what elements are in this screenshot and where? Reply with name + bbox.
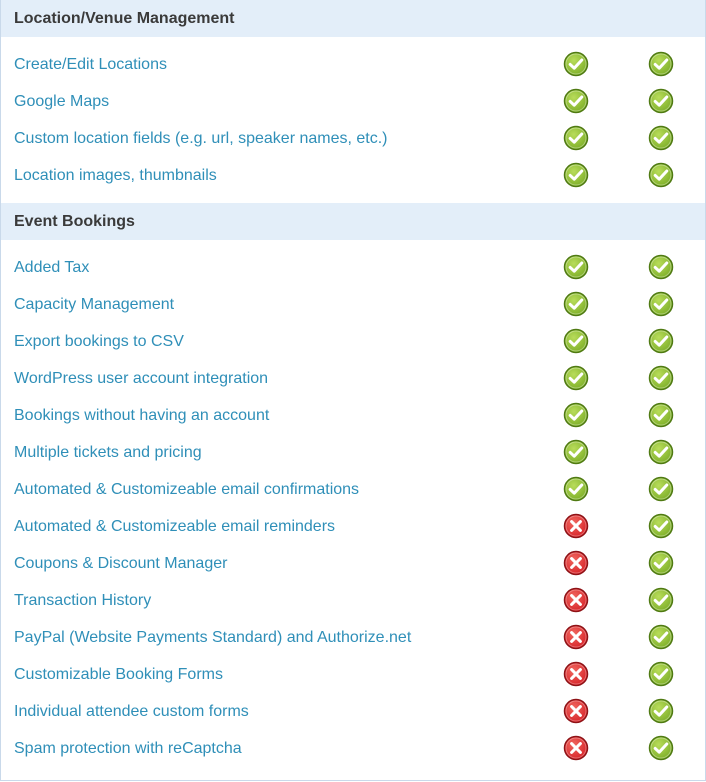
check-icon bbox=[563, 291, 589, 317]
feature-label[interactable]: Create/Edit Locations bbox=[1, 56, 167, 74]
feature-label[interactable]: Location images, thumbnails bbox=[1, 167, 217, 185]
check-icon bbox=[563, 162, 589, 188]
feature-label[interactable]: Custom location fields (e.g. url, speake… bbox=[1, 130, 388, 148]
cross-icon bbox=[563, 661, 589, 687]
check-icon bbox=[648, 51, 674, 77]
feature-row: WordPress user account integration bbox=[1, 360, 705, 397]
feature-row: Spam protection with reCaptcha bbox=[1, 730, 705, 767]
feature-label[interactable]: Customizable Booking Forms bbox=[1, 666, 223, 684]
feature-label[interactable]: Transaction History bbox=[1, 592, 151, 610]
check-icon bbox=[648, 698, 674, 724]
check-icon bbox=[563, 125, 589, 151]
check-icon bbox=[648, 291, 674, 317]
check-icon bbox=[648, 402, 674, 428]
feature-row: Capacity Management bbox=[1, 286, 705, 323]
check-icon bbox=[563, 51, 589, 77]
feature-row: Export bookings to CSV bbox=[1, 323, 705, 360]
check-icon bbox=[563, 402, 589, 428]
check-icon bbox=[648, 587, 674, 613]
check-icon bbox=[648, 88, 674, 114]
check-icon bbox=[648, 550, 674, 576]
check-icon bbox=[648, 735, 674, 761]
feature-row: Multiple tickets and pricing bbox=[1, 434, 705, 471]
feature-label[interactable]: Coupons & Discount Manager bbox=[1, 555, 227, 573]
check-icon bbox=[648, 162, 674, 188]
check-icon bbox=[563, 365, 589, 391]
section-header: Event Bookings bbox=[1, 203, 705, 240]
feature-row: PayPal (Website Payments Standard) and A… bbox=[1, 619, 705, 656]
section-rows: Create/Edit Locations Google Maps Custom… bbox=[1, 37, 705, 203]
cross-icon bbox=[563, 587, 589, 613]
feature-row: Location images, thumbnails bbox=[1, 157, 705, 194]
feature-label[interactable]: Export bookings to CSV bbox=[1, 333, 184, 351]
check-icon bbox=[648, 513, 674, 539]
feature-row: Individual attendee custom forms bbox=[1, 693, 705, 730]
section-location-venue-management: Location/Venue Management Create/Edit Lo… bbox=[1, 0, 705, 203]
feature-row: Added Tax bbox=[1, 249, 705, 286]
feature-label[interactable]: WordPress user account integration bbox=[1, 370, 268, 388]
check-icon bbox=[563, 328, 589, 354]
cross-icon bbox=[563, 698, 589, 724]
check-icon bbox=[563, 476, 589, 502]
check-icon bbox=[648, 328, 674, 354]
feature-label[interactable]: Added Tax bbox=[1, 259, 89, 277]
feature-row: Automated & Customizeable email reminder… bbox=[1, 508, 705, 545]
feature-label[interactable]: Multiple tickets and pricing bbox=[1, 444, 202, 462]
feature-row: Automated & Customizeable email confirma… bbox=[1, 471, 705, 508]
check-icon bbox=[648, 125, 674, 151]
feature-label[interactable]: PayPal (Website Payments Standard) and A… bbox=[1, 629, 411, 647]
cross-icon bbox=[563, 513, 589, 539]
feature-label[interactable]: Automated & Customizeable email confirma… bbox=[1, 481, 359, 499]
section-rows: Added Tax Capacity Management Export boo… bbox=[1, 240, 705, 776]
feature-row: Google Maps bbox=[1, 83, 705, 120]
feature-row: Transaction History bbox=[1, 582, 705, 619]
feature-label[interactable]: Google Maps bbox=[1, 93, 109, 111]
cross-icon bbox=[563, 550, 589, 576]
check-icon bbox=[648, 661, 674, 687]
feature-label[interactable]: Capacity Management bbox=[1, 296, 174, 314]
feature-row: Custom location fields (e.g. url, speake… bbox=[1, 120, 705, 157]
cross-icon bbox=[563, 735, 589, 761]
check-icon bbox=[563, 88, 589, 114]
check-icon bbox=[648, 365, 674, 391]
check-icon bbox=[648, 439, 674, 465]
cross-icon bbox=[563, 624, 589, 650]
section-event-bookings: Event Bookings Added Tax Capacity Manage… bbox=[1, 203, 705, 776]
feature-label[interactable]: Bookings without having an account bbox=[1, 407, 269, 425]
feature-row: Coupons & Discount Manager bbox=[1, 545, 705, 582]
feature-label[interactable]: Spam protection with reCaptcha bbox=[1, 740, 242, 758]
feature-comparison-table: Location/Venue Management Create/Edit Lo… bbox=[0, 0, 706, 781]
feature-row: Bookings without having an account bbox=[1, 397, 705, 434]
feature-row: Customizable Booking Forms bbox=[1, 656, 705, 693]
check-icon bbox=[648, 254, 674, 280]
section-header: Location/Venue Management bbox=[1, 0, 705, 37]
feature-label[interactable]: Automated & Customizeable email reminder… bbox=[1, 518, 335, 536]
check-icon bbox=[648, 476, 674, 502]
feature-label[interactable]: Individual attendee custom forms bbox=[1, 703, 249, 721]
check-icon bbox=[563, 254, 589, 280]
check-icon bbox=[648, 624, 674, 650]
check-icon bbox=[563, 439, 589, 465]
feature-row: Create/Edit Locations bbox=[1, 46, 705, 83]
